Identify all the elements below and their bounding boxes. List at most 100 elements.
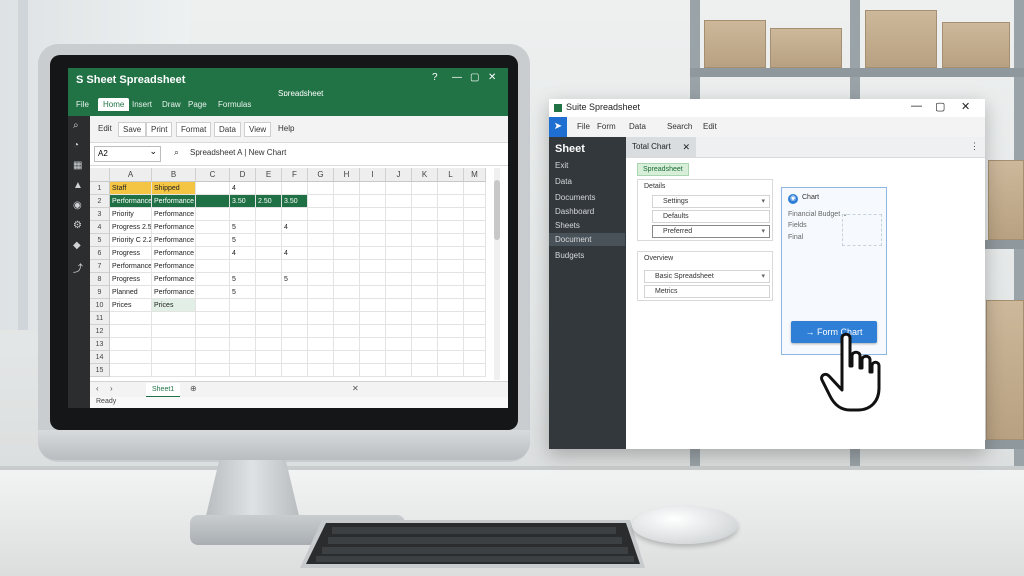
table-cell[interactable] [256,338,282,351]
table-cell[interactable] [256,364,282,377]
table-cell[interactable] [464,364,486,377]
table-cell[interactable]: 3.50 [282,195,308,208]
format-button[interactable]: Format [176,122,212,137]
table-cell[interactable]: Priority [110,208,152,221]
table-cell[interactable] [334,247,360,260]
table-cell[interactable] [360,273,386,286]
table-cell[interactable] [110,351,152,364]
table-cell[interactable] [412,325,438,338]
tab-formulas[interactable]: Formulas [218,100,251,109]
table-cell[interactable] [230,325,256,338]
table-cell[interactable] [308,299,334,312]
table-cell[interactable] [308,221,334,234]
row-header[interactable]: 11 [90,312,110,325]
table-cell[interactable]: Progress [110,247,152,260]
minimize-button[interactable]: — [911,100,922,112]
table-cell[interactable]: 5 [230,234,256,247]
table-cell[interactable]: 5 [230,286,256,299]
grid-icon[interactable]: ▦ [73,160,82,171]
table-cell[interactable] [196,182,230,195]
table-cell[interactable] [438,182,464,195]
table-cell[interactable] [230,351,256,364]
table-cell[interactable] [282,234,308,247]
table-cell[interactable] [386,273,412,286]
table-cell[interactable] [334,182,360,195]
row-header[interactable]: 9 [90,286,110,299]
row-header[interactable]: 14 [90,351,110,364]
vertical-scrollbar[interactable] [494,168,500,380]
table-cell[interactable]: Prices [152,299,196,312]
preferred-select[interactable]: Preferred ▾ [652,225,770,238]
table-cell[interactable] [386,247,412,260]
table-cell[interactable]: Performance [110,260,152,273]
table-cell[interactable]: Performance [152,195,196,208]
table-cell[interactable] [196,364,230,377]
table-cell[interactable] [282,299,308,312]
table-cell[interactable] [152,364,196,377]
table-cell[interactable] [360,247,386,260]
context-chip[interactable]: Spreadsheet [637,163,689,176]
table-cell[interactable]: Staff [110,182,152,195]
table-cell[interactable] [438,299,464,312]
table-cell[interactable] [308,338,334,351]
table-cell[interactable]: Performance [152,247,196,260]
table-cell[interactable] [386,299,412,312]
tab-home[interactable]: Home [98,98,130,111]
table-cell[interactable] [308,247,334,260]
table-cell[interactable] [256,273,282,286]
sidebar-item-document[interactable]: Document [549,233,625,246]
sidebar-item-dashboard[interactable]: Dashboard [555,207,625,216]
column-header[interactable]: K [412,168,438,182]
edit-button[interactable]: Edit [94,122,116,135]
table-cell[interactable] [438,247,464,260]
table-cell[interactable]: Planned [110,286,152,299]
table-cell[interactable] [412,338,438,351]
table-cell[interactable] [256,221,282,234]
table-cell[interactable] [464,182,486,195]
row-header[interactable]: 6 [90,247,110,260]
table-cell[interactable] [464,312,486,325]
table-cell[interactable] [196,260,230,273]
prev-sheet-icon[interactable]: ‹ [96,384,99,393]
table-cell[interactable] [464,195,486,208]
table-cell[interactable] [412,273,438,286]
row-header[interactable]: 3 [90,208,110,221]
table-cell[interactable] [360,286,386,299]
table-cell[interactable] [386,338,412,351]
menu-search[interactable]: Search [667,122,692,131]
table-cell[interactable] [412,221,438,234]
table-cell[interactable]: 5 [230,221,256,234]
table-cell[interactable] [360,208,386,221]
column-header[interactable]: M [464,168,486,182]
row-header[interactable]: 13 [90,338,110,351]
gear-icon[interactable]: ⚙ [73,220,82,231]
table-cell[interactable] [438,273,464,286]
basic-spreadsheet-field[interactable]: Basic Spreadsheet ▾ [644,270,770,283]
table-cell[interactable] [334,325,360,338]
column-header[interactable]: J [386,168,412,182]
close-button[interactable]: ✕ [961,100,970,113]
table-cell[interactable] [386,351,412,364]
table-cell[interactable] [256,351,282,364]
table-cell[interactable] [256,312,282,325]
table-cell[interactable]: 2.50 [256,195,282,208]
table-cell[interactable] [360,182,386,195]
table-cell[interactable] [152,351,196,364]
column-header[interactable]: D [230,168,256,182]
table-cell[interactable] [438,208,464,221]
table-cell[interactable] [334,234,360,247]
table-cell[interactable] [334,195,360,208]
table-cell[interactable]: 3.50 [230,195,256,208]
table-cell[interactable] [308,364,334,377]
print-button[interactable]: Print [146,122,173,137]
table-cell[interactable] [464,247,486,260]
table-cell[interactable]: Performance [152,208,196,221]
table-cell[interactable] [282,351,308,364]
column-header[interactable]: E [256,168,282,182]
table-cell[interactable] [256,286,282,299]
table-cell[interactable] [282,208,308,221]
menu-form[interactable]: Form [597,122,616,131]
table-cell[interactable] [196,351,230,364]
table-cell[interactable] [412,208,438,221]
sidebar-item-documents[interactable]: Documents [555,193,625,202]
